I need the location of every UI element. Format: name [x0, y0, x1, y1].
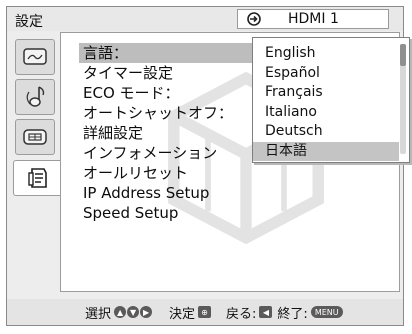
up-arrow-key-icon: ▲: [114, 306, 127, 318]
language-option-french[interactable]: Français: [253, 83, 399, 103]
language-option-spanish[interactable]: Español: [253, 64, 399, 84]
help-exit-label: 終了:: [277, 306, 308, 322]
language-option-japanese[interactable]: 日本語: [253, 141, 399, 161]
menu-item-label: インフォメーション: [83, 144, 218, 162]
language-options: English Español Français Italiano Deutsc…: [253, 44, 399, 161]
menu-item-label: オールリセット: [83, 164, 189, 182]
sound-settings-icon: [26, 86, 45, 107]
menu-item-label: Speed Setup: [83, 204, 179, 222]
input-source-indicator: HDMI 1: [237, 9, 389, 29]
menu-item-label: オートシャットオフ：: [83, 104, 234, 122]
help-back-label: 戻る:: [226, 306, 257, 322]
menu-item-label: 言語：: [83, 44, 129, 62]
top-bar: 設定 HDMI 1: [7, 7, 403, 31]
tab-setup[interactable]: [13, 160, 61, 196]
tab-screen[interactable]: [15, 119, 55, 155]
menu-item-label: IP Address Setup: [83, 184, 210, 202]
category-tabs: [7, 33, 61, 213]
help-select-label: 選択: [85, 306, 112, 322]
help-enter: 決定 ⊕: [169, 303, 212, 322]
dropdown-scroll-thumb[interactable]: [400, 44, 406, 66]
back-key-icon: ◀: [259, 306, 273, 318]
right-arrow-key-icon: ▶: [140, 306, 153, 318]
menu-item-all-reset[interactable]: オールリセット: [79, 163, 379, 183]
help-bar: 選択 ▲ ▼ ▶ 決定 ⊕ 戻る: ◀ 終了: MENU: [7, 299, 403, 325]
menu-title: 設定: [15, 14, 43, 30]
tab-sound[interactable]: [15, 79, 55, 115]
enter-key-icon: ⊕: [198, 306, 212, 318]
screen-settings-icon: [23, 129, 47, 145]
help-exit: 終了: MENU: [277, 303, 343, 322]
help-back: 戻る: ◀: [226, 303, 273, 322]
input-source-icon: [247, 12, 261, 26]
language-option-italian[interactable]: Italiano: [253, 103, 399, 123]
language-option-english[interactable]: English: [253, 44, 399, 64]
osd-window: 設定 HDMI 1 言語： タイマー設定 ECO モード： オートシャットオフ：…: [6, 6, 410, 326]
setup-settings-icon: [27, 168, 47, 188]
dropdown-scrollbar[interactable]: [400, 44, 406, 154]
down-arrow-key-icon: ▼: [127, 306, 140, 318]
tab-picture[interactable]: [15, 39, 55, 75]
language-option-german[interactable]: Deutsch: [253, 122, 399, 142]
menu-key-icon: MENU: [310, 306, 343, 318]
input-source-label: HDMI 1: [288, 11, 339, 27]
menu-item-label: ECO モード：: [83, 84, 180, 102]
menu-item-label: タイマー設定: [83, 64, 174, 82]
language-dropdown[interactable]: English Español Français Italiano Deutsc…: [252, 37, 410, 163]
help-enter-label: 決定: [169, 306, 196, 322]
menu-item-label: 詳細設定: [83, 124, 144, 142]
help-select: 選択 ▲ ▼ ▶: [85, 303, 153, 322]
picture-settings-icon: [23, 48, 47, 65]
menu-item-ip-address-setup[interactable]: IP Address Setup: [79, 183, 379, 203]
menu-item-speed-setup[interactable]: Speed Setup: [79, 203, 379, 223]
